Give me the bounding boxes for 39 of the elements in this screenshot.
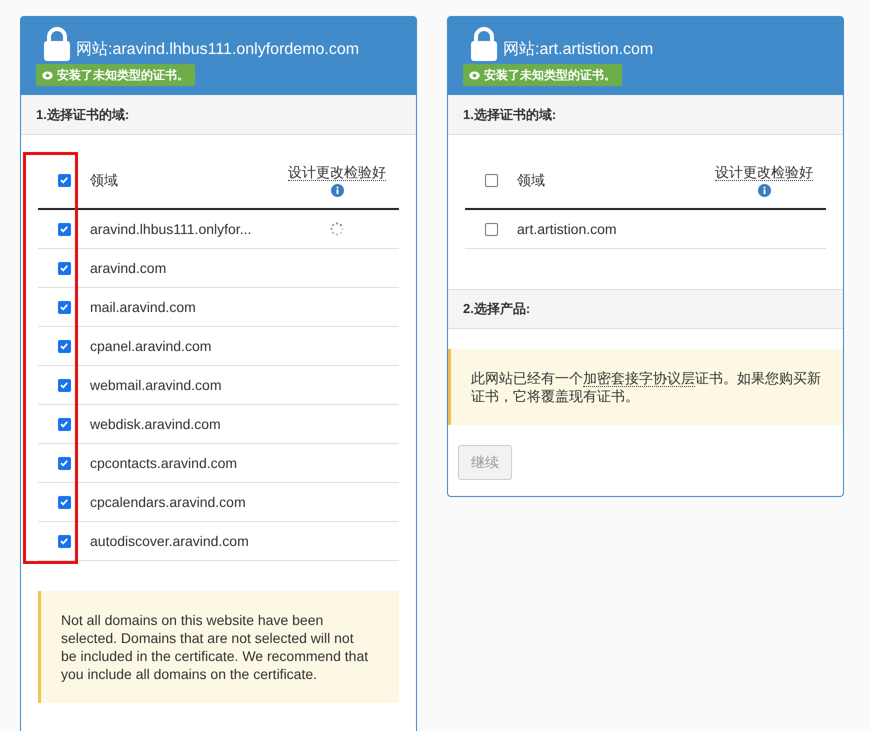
info-icon[interactable]	[330, 184, 344, 196]
section-title: 1.选择证书的域:	[36, 106, 130, 124]
checkbox[interactable]	[58, 534, 70, 548]
lock-icon	[42, 27, 72, 61]
checkbox[interactable]	[58, 496, 70, 508]
section-title: 2.选择产品:	[463, 300, 530, 318]
column-header: 设计更改检验好	[288, 164, 386, 180]
section-title: 1.选择证书的域:	[463, 106, 556, 124]
domain-name: aravind.com	[90, 258, 168, 278]
checkbox[interactable]	[58, 174, 70, 186]
column-header: 领域	[517, 170, 546, 190]
domain-name: webmail.aravind.com	[90, 376, 222, 394]
info-icon[interactable]	[758, 184, 770, 196]
domain-name: mail.aravind.com	[90, 298, 197, 316]
checkbox[interactable]	[58, 262, 70, 274]
domain-name: webdisk.aravind.com	[90, 414, 222, 434]
checkbox[interactable]	[484, 174, 498, 186]
domain-name: cpanel.aravind.com	[90, 336, 212, 356]
status-badge: 安装了未知类型的证书。	[463, 64, 622, 86]
checkbox[interactable]	[58, 222, 70, 236]
checkbox[interactable]	[58, 300, 70, 314]
domain-name: cpcontacts.aravind.com	[90, 454, 238, 473]
domain-name: aravind.lhbus111.onlyfor...	[90, 220, 252, 239]
domain-name: autodiscover.aravind.com	[90, 532, 250, 550]
checkbox[interactable]	[484, 222, 498, 236]
checkbox[interactable]	[58, 418, 70, 430]
lock-icon	[469, 27, 499, 61]
domain-name: art.artistion.com	[517, 220, 618, 238]
card-title: 网站:art.artistion.com	[503, 40, 654, 60]
status-badge: 安装了未知类型的证书。	[36, 64, 195, 86]
checkbox[interactable]	[58, 378, 70, 392]
warning-text: 此网站已经有一个加密套接字协议层证书。如果您购买新证书，它将覆盖现有证书。	[471, 369, 822, 405]
checkbox[interactable]	[58, 456, 70, 470]
card-title: 网站:aravind.lhbus111.onlyfordemo.com	[76, 40, 360, 60]
checkbox[interactable]	[58, 340, 70, 352]
warning-text: Not all domains on this website have been selected. Domains that are not selected will not be included in the certificate. We recommend that you include all domains on the certificate.	[61, 611, 370, 683]
column-header: 领域	[90, 170, 119, 190]
column-header: 设计更改检验好	[715, 164, 813, 180]
domain-name: cpcalendars.aravind.com	[90, 492, 247, 512]
